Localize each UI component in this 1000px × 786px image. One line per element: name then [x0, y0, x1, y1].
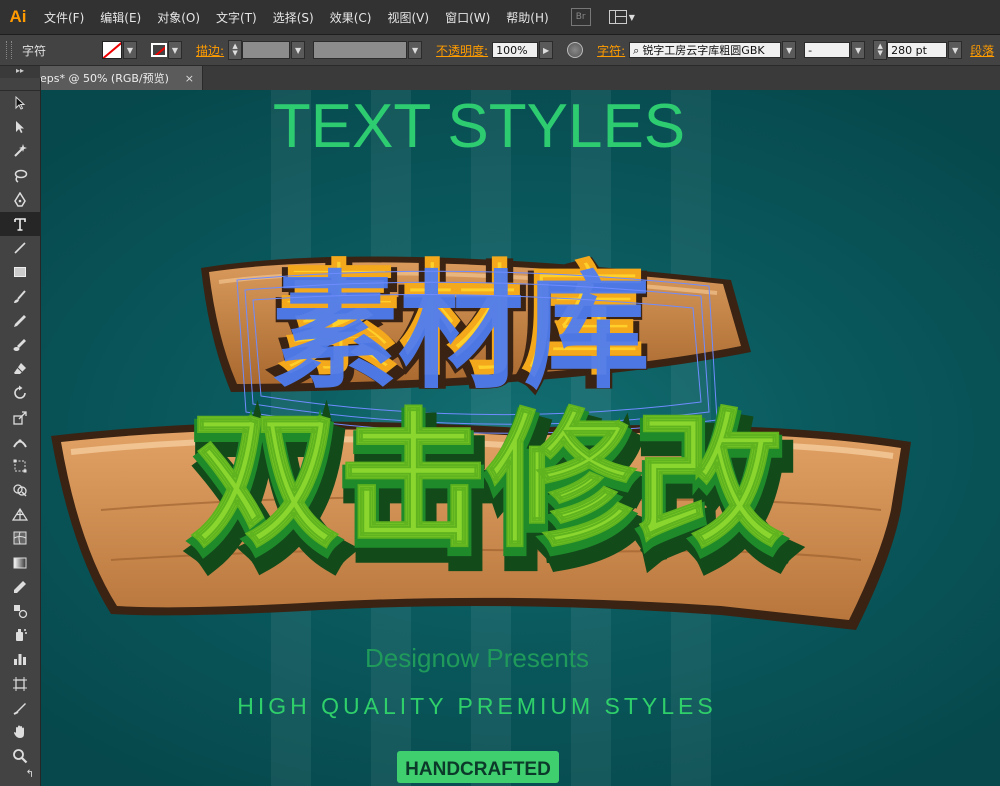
opacity-dropdown[interactable]: ▶: [539, 41, 554, 59]
menu-edit[interactable]: 编辑(E): [92, 9, 149, 26]
search-icon: ⌕: [633, 44, 640, 57]
document-tab-strip: eps* @ 50% (RGB/预览) ×: [0, 66, 1000, 90]
sub-text-fill: 双击修改: [191, 395, 783, 567]
panel-grip[interactable]: [6, 41, 12, 59]
lasso-tool-icon[interactable]: [0, 164, 40, 188]
tools-panel-handle[interactable]: [0, 78, 40, 91]
recolor-globe-icon[interactable]: [567, 42, 584, 58]
sub-text-group[interactable]: 双击修改 双击修改 双击修改: [187, 394, 798, 592]
eraser-tool-icon[interactable]: [0, 357, 40, 381]
stroke-dropdown[interactable]: ▼: [168, 41, 182, 59]
artboard-canvas[interactable]: TEXT STYLES 素材库 素材库 素材库 双击修改 双击修改 双击修改 D…: [41, 90, 1000, 786]
font-size-dropdown[interactable]: ▼: [948, 41, 963, 59]
control-bar: 字符 ▼ ▼ 描边: ▲ ▼ ▼ ▼ 不透明度: 100% ▶ 字符: ⌕ 锐字工…: [0, 35, 1000, 66]
stroke-weight-dropdown[interactable]: ▼: [291, 41, 306, 59]
font-style-input[interactable]: -: [804, 42, 851, 58]
blob-brush-tool-icon[interactable]: [0, 333, 40, 357]
tagline-text[interactable]: HIGH QUALITY PREMIUM STYLES: [237, 693, 716, 719]
font-family-input[interactable]: ⌕ 锐字工房云字库粗圆GBK: [629, 42, 782, 58]
slice-tool-icon[interactable]: [0, 696, 40, 720]
collapse-panel-icon[interactable]: ▸▸: [0, 66, 40, 78]
main-text-selected: 素材库: [272, 259, 650, 406]
symbol-sprayer-tool-icon[interactable]: [0, 623, 40, 647]
paragraph-link[interactable]: 段落: [970, 42, 994, 59]
zoom-tool-icon[interactable]: [0, 744, 40, 768]
character-link[interactable]: 字符:: [597, 42, 625, 59]
magic-wand-tool-icon[interactable]: [0, 139, 40, 163]
type-tool-icon[interactable]: [0, 211, 40, 237]
font-size-input[interactable]: 280 pt: [887, 42, 948, 58]
rotate-tool-icon[interactable]: [0, 381, 40, 405]
stroke-weight-input[interactable]: [242, 41, 291, 59]
app-logo: Ai: [9, 7, 27, 26]
profile-dropdown[interactable]: ▼: [408, 41, 423, 59]
mesh-tool-icon[interactable]: [0, 526, 40, 550]
blend-tool-icon[interactable]: [0, 599, 40, 623]
handcrafted-badge-label: HANDCRAFTED: [405, 759, 551, 780]
context-label: 字符: [22, 43, 47, 58]
width-tool-icon[interactable]: [0, 430, 40, 454]
tools-panel: ↰: [0, 78, 41, 786]
scale-tool-icon[interactable]: [0, 405, 40, 429]
free-transform-tool-icon[interactable]: [0, 454, 40, 478]
stroke-weight-stepper[interactable]: ▲ ▼: [228, 40, 243, 60]
arrange-documents-button[interactable]: ▼: [608, 10, 635, 24]
font-size-stepper[interactable]: ▲ ▼: [873, 40, 888, 60]
artwork: TEXT STYLES 素材库 素材库 素材库 双击修改 双击修改 双击修改 D…: [51, 90, 911, 786]
document-tab[interactable]: eps* @ 50% (RGB/预览) ×: [40, 66, 203, 90]
direct-selection-tool-icon[interactable]: [0, 115, 40, 139]
menu-object[interactable]: 对象(O): [149, 9, 208, 26]
gradient-tool-icon[interactable]: [0, 551, 40, 575]
close-icon[interactable]: ×: [185, 72, 194, 85]
stroke-swatch[interactable]: [151, 43, 167, 57]
paintbrush-tool-icon[interactable]: [0, 285, 40, 309]
column-graph-tool-icon[interactable]: [0, 647, 40, 671]
stroke-link[interactable]: 描边:: [196, 42, 224, 59]
menu-view[interactable]: 视图(V): [379, 9, 437, 26]
menu-file[interactable]: 文件(F): [36, 9, 92, 26]
pencil-tool-icon[interactable]: [0, 309, 40, 333]
menu-bar: Ai 文件(F) 编辑(E) 对象(O) 文字(T) 选择(S) 效果(C) 视…: [0, 0, 1000, 35]
font-style-dropdown[interactable]: ▼: [851, 41, 866, 59]
opacity-link[interactable]: 不透明度:: [436, 42, 488, 59]
variable-width-profile[interactable]: [313, 41, 408, 59]
menu-effect[interactable]: 效果(C): [322, 9, 380, 26]
swap-fill-stroke-icon[interactable]: ↰: [0, 768, 40, 780]
selection-tool-icon[interactable]: [0, 91, 40, 115]
menu-window[interactable]: 窗口(W): [437, 9, 498, 26]
document-tab-title: eps* @ 50% (RGB/预览): [40, 72, 169, 85]
line-segment-tool-icon[interactable]: [0, 236, 40, 260]
font-family-value: 锐字工房云字库粗圆GBK: [642, 44, 765, 57]
menu-select[interactable]: 选择(S): [265, 9, 322, 26]
hand-tool-icon[interactable]: [0, 720, 40, 744]
shape-builder-tool-icon[interactable]: [0, 478, 40, 502]
artwork-title[interactable]: TEXT STYLES: [273, 92, 685, 161]
artboard-tool-icon[interactable]: [0, 672, 40, 696]
menu-help[interactable]: 帮助(H): [498, 9, 556, 26]
pen-tool-icon[interactable]: [0, 188, 40, 212]
eyedropper-tool-icon[interactable]: [0, 575, 40, 599]
perspective-grid-tool-icon[interactable]: [0, 502, 40, 526]
fill-swatch[interactable]: [102, 41, 122, 59]
opacity-input[interactable]: 100%: [492, 42, 539, 58]
fill-dropdown[interactable]: ▼: [123, 41, 137, 59]
bridge-button[interactable]: Br: [570, 8, 591, 26]
presenter-text[interactable]: Designow Presents: [365, 643, 589, 673]
menu-type[interactable]: 文字(T): [208, 9, 265, 26]
font-family-dropdown[interactable]: ▼: [782, 41, 797, 59]
rectangle-tool-icon[interactable]: [0, 260, 40, 284]
layout-grid-icon: [608, 10, 627, 24]
chevron-down-icon: ▼: [628, 12, 635, 22]
